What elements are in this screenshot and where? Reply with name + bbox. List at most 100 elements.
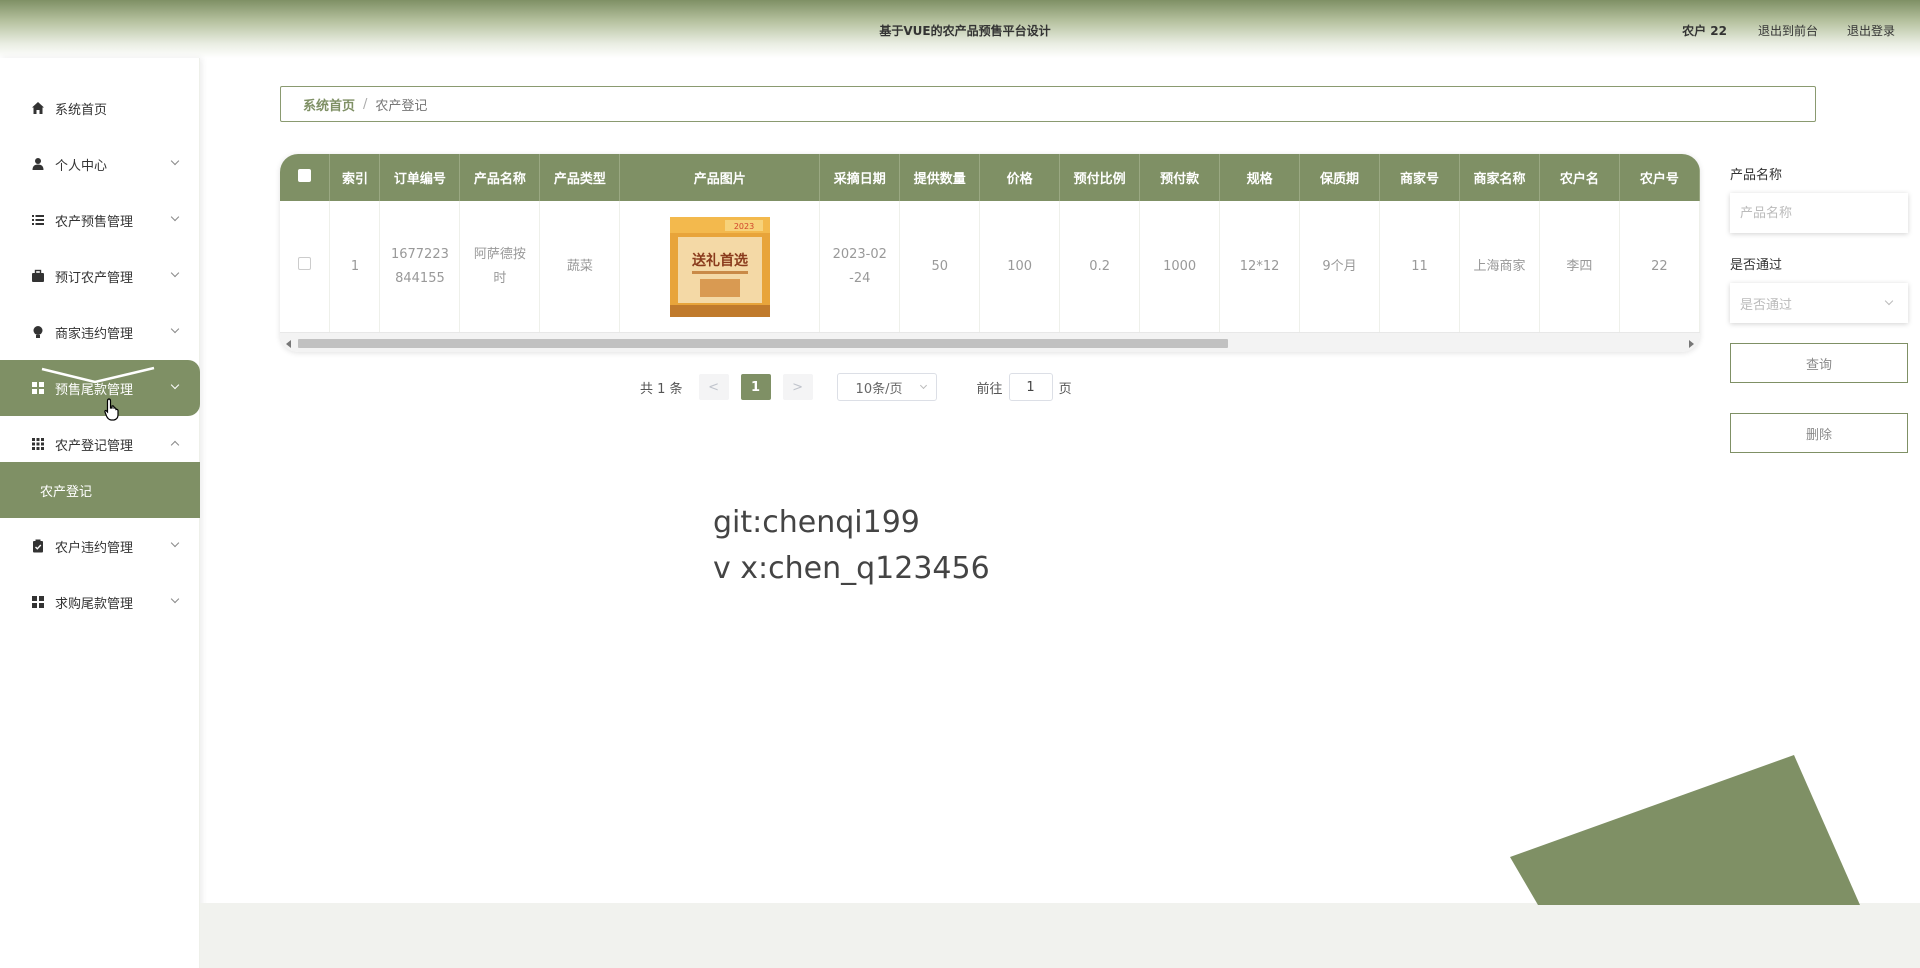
scroll-right-icon[interactable] [1689, 340, 1694, 348]
cell-prepay: 1000 [1139, 201, 1221, 332]
pagination: 共 1 条 < 1 > 10条/页 前往 页 [640, 373, 1072, 401]
home-icon [30, 100, 46, 116]
sidebar-item-purchase-balance[interactable]: 求购尾款管理 [0, 574, 200, 630]
sidebar-item-merchant-default[interactable]: 商家违约管理 [0, 304, 200, 360]
logout-link[interactable]: 退出登录 [1847, 22, 1895, 39]
column-header: 产品类型 [539, 154, 621, 201]
column-header: 预付比例 [1059, 154, 1141, 201]
chevron-down-icon [170, 268, 180, 278]
cell-prepay-ratio: 0.2 [1059, 201, 1141, 332]
column-header: 规格 [1219, 154, 1301, 201]
sidebar-item-label: 商家违约管理 [55, 326, 134, 342]
chevron-up-icon [170, 440, 180, 450]
footer-band [200, 903, 1920, 968]
column-header: 订单编号 [379, 154, 461, 201]
sidebar-item-label: 农户违约管理 [55, 540, 134, 556]
column-header: 商家号 [1379, 154, 1460, 201]
next-page-button[interactable]: > [782, 374, 813, 400]
column-header: 商家名称 [1459, 154, 1540, 201]
column-header: 产品图片 [619, 154, 821, 201]
product-image[interactable]: 2023 送礼首选 [669, 216, 770, 317]
apps-icon [30, 436, 46, 452]
sidebar-item-home[interactable]: 系统首页 [0, 80, 200, 136]
app-title: 基于VUE的农产品预售平台设计 [879, 24, 1051, 38]
sidebar-subitem-registration[interactable]: 农产登记 [0, 462, 200, 518]
goto-page-input[interactable] [1008, 373, 1053, 401]
product-image-top-text: 2023 [734, 222, 754, 231]
column-header: 农户名 [1539, 154, 1620, 201]
sidebar-item-booking-management[interactable]: 预订农产管理 [0, 248, 200, 304]
scroll-left-icon[interactable] [286, 340, 291, 348]
cell-merchant-no: 11 [1379, 201, 1460, 332]
sidebar-item-label: 求购尾款管理 [55, 596, 134, 612]
chevron-down-icon [919, 381, 927, 390]
cell-product-type: 蔬菜 [539, 201, 621, 332]
product-name-input[interactable] [1730, 193, 1908, 233]
watermark-line: v x:chen_q123456 [713, 551, 990, 586]
chevron-down-icon [170, 594, 180, 604]
breadcrumb-home[interactable]: 系统首页 [303, 95, 355, 114]
sidebar-item-label: 农产预售管理 [55, 214, 134, 230]
page-number-button[interactable]: 1 [740, 374, 771, 400]
cell-merchant-name: 上海商家 [1459, 201, 1540, 332]
cell-order-no: 1677223 844155 [379, 201, 461, 332]
column-header: 提供数量 [899, 154, 981, 201]
pick-date-line1: 2023-02 [832, 246, 887, 262]
cell-spec: 12*12 [1219, 201, 1301, 332]
column-header: 价格 [979, 154, 1061, 201]
scrollbar-thumb[interactable] [298, 339, 1228, 348]
select-all-checkbox[interactable] [298, 169, 312, 182]
delete-button[interactable]: 删除 [1730, 413, 1908, 453]
row-select-cell[interactable] [280, 201, 331, 332]
horizontal-scrollbar[interactable] [280, 332, 1700, 352]
column-header: 农户号 [1619, 154, 1700, 201]
product-image-main-text: 送礼首选 [691, 252, 748, 269]
order-no-line2: 844155 [395, 270, 445, 286]
cell-farmer-no: 22 [1619, 201, 1700, 332]
decorative-shape [1510, 755, 1860, 905]
grid-icon [30, 594, 46, 610]
sidebar-item-label: 个人中心 [55, 158, 108, 174]
cell-product-name: 阿萨德按时 [459, 201, 541, 332]
user-name: 农户 22 [1682, 24, 1727, 38]
mouse-cursor-icon [104, 398, 119, 421]
back-to-front-link[interactable]: 退出到前台 [1758, 22, 1818, 39]
product-name-line2: 时 [493, 270, 507, 286]
goto-suffix: 页 [1058, 381, 1072, 397]
chevron-down-icon [170, 156, 180, 166]
row-checkbox[interactable] [298, 256, 312, 270]
pass-status-label: 是否通过 [1730, 258, 1783, 273]
page-size-select[interactable]: 10条/页 [836, 373, 937, 401]
chevron-down-icon [170, 324, 180, 334]
pick-date-line2: -24 [849, 270, 871, 286]
column-header: 保质期 [1299, 154, 1381, 201]
sidebar-item-label: 预订农产管理 [55, 270, 134, 286]
pass-status-select[interactable]: 是否通过 [1730, 283, 1908, 323]
product-name-line1: 阿萨德按 [473, 246, 526, 262]
clipboard-icon [30, 538, 46, 554]
sidebar-item-label: 系统首页 [55, 102, 108, 118]
column-header: 索引 [329, 154, 381, 201]
sidebar-item-personal-center[interactable]: 个人中心 [0, 136, 200, 192]
watermark-text: git:chenqi199 v x:chen_q123456 [713, 500, 990, 592]
chevron-down-icon [170, 538, 180, 548]
top-header: 基于VUE的农产品预售平台设计 农户 22 退出到前台 退出登录 [0, 0, 1920, 58]
search-button[interactable]: 查询 [1730, 343, 1908, 383]
table-row: 1 1677223 844155 阿萨德按时 蔬菜 2023 送礼首选 2023… [280, 201, 1700, 332]
prev-page-button[interactable]: < [698, 374, 729, 400]
cell-product-image: 2023 送礼首选 [619, 201, 821, 332]
breadcrumb: 系统首页 / 农产登记 [280, 86, 1816, 122]
sidebar: 系统首页 个人中心 农产预售管理 预订农产管理 商家违约管理 预售尾款管理 农产… [0, 58, 200, 968]
column-header: 产品名称 [459, 154, 541, 201]
product-name-label: 产品名称 [1730, 168, 1783, 183]
chevron-down-icon [170, 212, 180, 222]
page-size-value: 10条/页 [855, 381, 903, 397]
sidebar-item-farmer-default[interactable]: 农户违约管理 [0, 518, 200, 574]
cell-farmer-name: 李四 [1539, 201, 1620, 332]
chevron-down-icon [170, 380, 180, 390]
pass-status-placeholder: 是否通过 [1740, 297, 1793, 313]
sidebar-item-presale-management[interactable]: 农产预售管理 [0, 192, 200, 248]
cell-index: 1 [329, 201, 381, 332]
select-all-header[interactable] [280, 154, 331, 201]
cell-quantity: 50 [899, 201, 981, 332]
